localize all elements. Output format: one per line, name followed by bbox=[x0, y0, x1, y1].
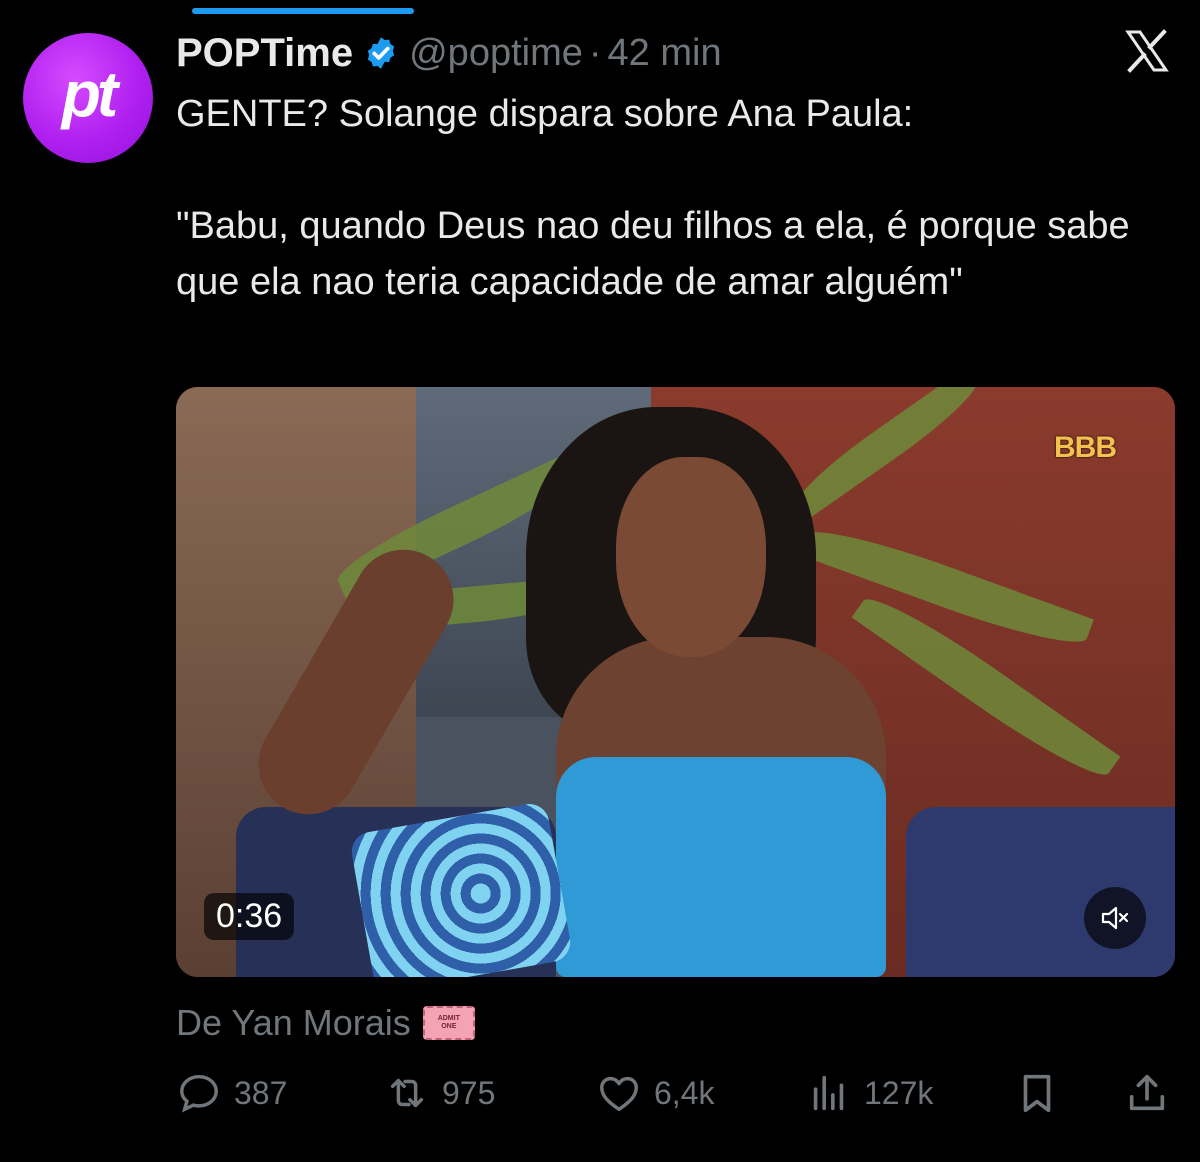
repost-icon bbox=[390, 1078, 424, 1108]
like-count: 6,4k bbox=[654, 1074, 715, 1111]
video-attribution[interactable]: De Yan Morais ADMIT ONE bbox=[176, 1000, 475, 1046]
mute-button[interactable] bbox=[1084, 887, 1146, 949]
ticket-emoji-icon: ADMIT ONE bbox=[422, 1006, 475, 1040]
tweet-header: POPTime @poptime · 42 min bbox=[176, 30, 722, 76]
handle[interactable]: @poptime bbox=[409, 32, 583, 75]
attribution-text[interactable]: De Yan Morais bbox=[176, 1002, 411, 1044]
top-scroll-indicator bbox=[192, 8, 414, 14]
avatar[interactable]: pt bbox=[23, 33, 153, 163]
verified-badge-icon bbox=[363, 35, 399, 71]
repost-button[interactable]: 975 bbox=[384, 1066, 495, 1120]
share-icon bbox=[1129, 1074, 1165, 1111]
bookmark-button[interactable] bbox=[1014, 1066, 1060, 1120]
bbb-watermark: BBB bbox=[1054, 431, 1117, 464]
x-logo-icon bbox=[1124, 28, 1170, 74]
share-button[interactable] bbox=[1124, 1066, 1170, 1120]
views-button[interactable]: 127k bbox=[806, 1066, 933, 1120]
reply-icon bbox=[180, 1074, 218, 1113]
person-tank-top bbox=[556, 757, 886, 977]
views-count: 127k bbox=[864, 1074, 934, 1111]
person-face bbox=[616, 457, 766, 657]
video-player[interactable]: BBB bbox=[176, 387, 1175, 977]
views-icon bbox=[813, 1075, 844, 1111]
separator-dot: · bbox=[588, 31, 602, 74]
tweet-actions: 387 975 6,4k 127k bbox=[176, 1066, 1171, 1120]
repost-count: 975 bbox=[442, 1074, 496, 1111]
reply-count: 387 bbox=[234, 1074, 288, 1111]
like-button[interactable]: 6,4k bbox=[596, 1066, 714, 1120]
avatar-logo: pt bbox=[61, 58, 118, 130]
ticket-line-2: ONE bbox=[441, 1023, 457, 1030]
sofa bbox=[906, 807, 1175, 977]
mute-icon bbox=[1101, 906, 1129, 930]
reply-button[interactable]: 387 bbox=[176, 1066, 287, 1120]
video-duration: 0:36 bbox=[204, 893, 295, 940]
tweet-text: GENTE? Solange dispara sobre Ana Paula: … bbox=[176, 93, 1130, 303]
ticket-line-1: ADMIT bbox=[437, 1015, 460, 1022]
heart-icon bbox=[600, 1076, 638, 1112]
display-name[interactable]: POPTime bbox=[176, 31, 353, 76]
bookmark-icon bbox=[1023, 1074, 1051, 1113]
timestamp[interactable]: 42 min bbox=[608, 32, 722, 75]
